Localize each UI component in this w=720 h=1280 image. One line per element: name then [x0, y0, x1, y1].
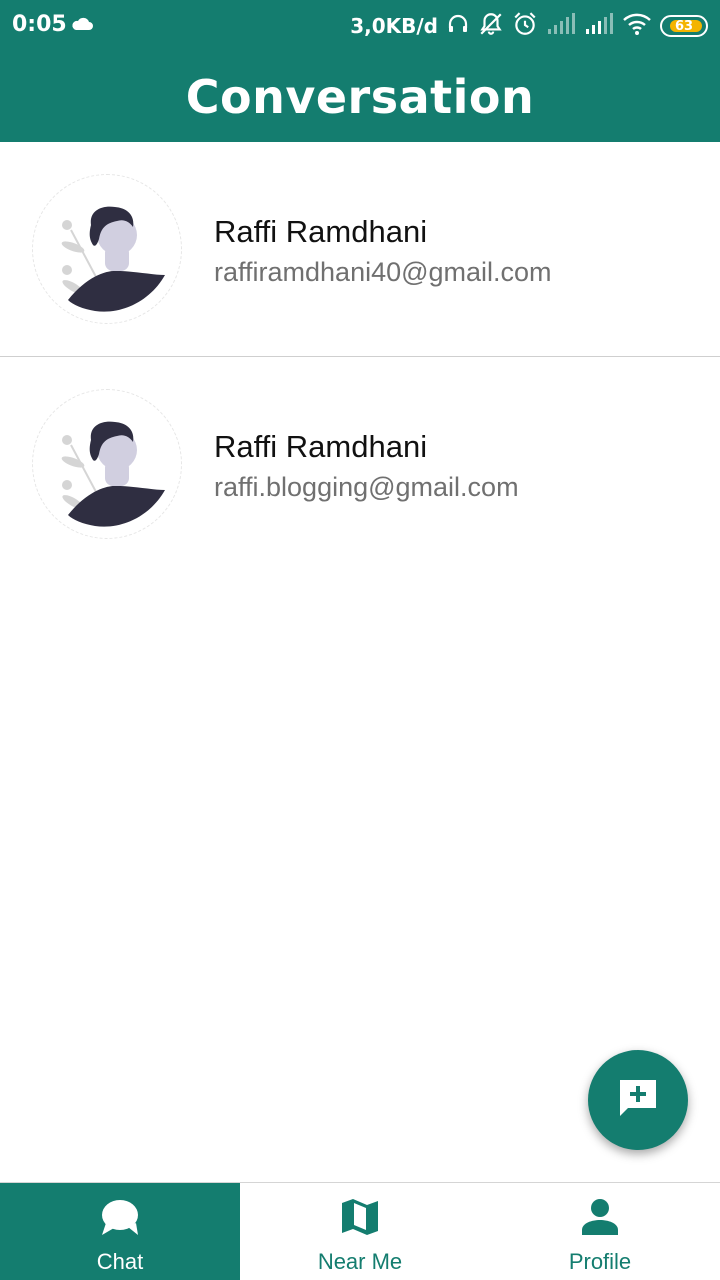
network-speed: 3,0KB/d: [350, 14, 438, 38]
wifi-icon: [622, 12, 652, 40]
page-title: Conversation: [185, 70, 535, 124]
status-bar: 0:05 3,0KB/d 63: [0, 0, 720, 52]
headset-icon: [446, 12, 470, 40]
chat-icon: [98, 1195, 142, 1239]
nav-chat[interactable]: Chat: [0, 1183, 240, 1280]
contact-name: Raffi Ramdhani: [214, 214, 428, 249]
status-icons: 3,0KB/d 63: [350, 8, 708, 44]
conversation-text: Raffi Ramdhani raffiramdhani40@gmail.com: [214, 212, 552, 292]
nav-label: Chat: [96, 1249, 144, 1274]
signal-icon: [584, 13, 614, 39]
nav-label: Profile: [568, 1249, 632, 1274]
nav-near-me[interactable]: Near Me: [240, 1183, 480, 1280]
alarm-icon: [512, 11, 538, 41]
contact-email: raffiramdhani40@gmail.com: [214, 257, 552, 287]
cloud-icon: [70, 16, 94, 36]
conversation-item[interactable]: Raffi Ramdhani raffiramdhani40@gmail.com: [0, 142, 720, 357]
app-bar: Conversation: [0, 52, 720, 142]
bell-off-icon: [478, 11, 504, 41]
new-chat-icon: [616, 1076, 660, 1124]
person-icon: [580, 1195, 620, 1239]
conversation-item[interactable]: Raffi Ramdhani raffi.blogging@gmail.com: [0, 357, 720, 572]
battery-level: 63: [674, 18, 694, 34]
battery-icon: 63: [660, 15, 708, 37]
contact-email: raffi.blogging@gmail.com: [214, 472, 519, 502]
conversation-text: Raffi Ramdhani raffi.blogging@gmail.com: [214, 427, 519, 507]
map-icon: [340, 1195, 380, 1239]
status-time: 0:05: [12, 12, 67, 37]
new-chat-button[interactable]: [588, 1050, 688, 1150]
nav-label: Near Me: [317, 1249, 403, 1274]
bottom-navigation: Chat Near Me Profile: [0, 1182, 720, 1280]
avatar: [32, 389, 182, 539]
nav-profile[interactable]: Profile: [480, 1183, 720, 1280]
contact-name: Raffi Ramdhani: [214, 429, 428, 464]
avatar: [32, 174, 182, 324]
signal-icon: [546, 13, 576, 39]
conversation-list: Raffi Ramdhani raffiramdhani40@gmail.com…: [0, 142, 720, 572]
